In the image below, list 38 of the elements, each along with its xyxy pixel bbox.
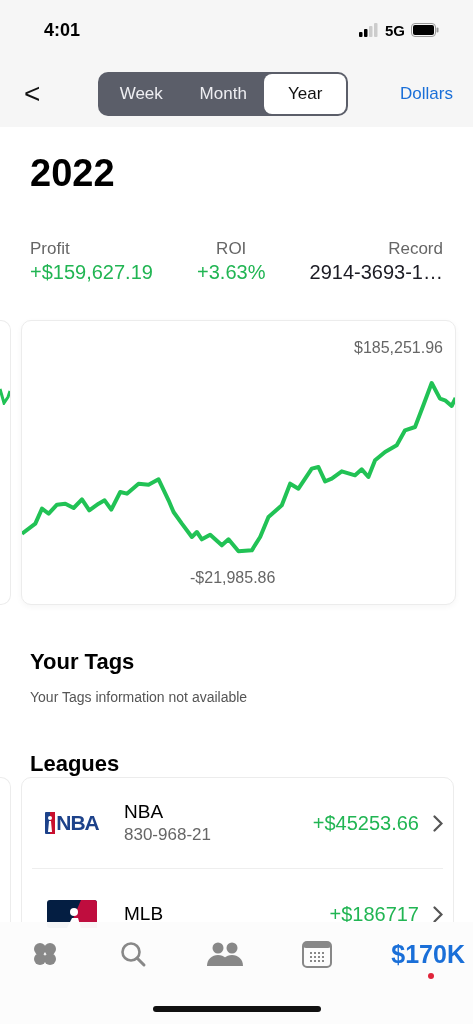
signal-icon bbox=[359, 23, 379, 37]
network-label: 5G bbox=[385, 21, 405, 39]
battery-icon bbox=[411, 23, 439, 37]
dollars-button[interactable]: Dollars bbox=[400, 83, 453, 104]
calendar-tab[interactable] bbox=[302, 940, 333, 968]
search-tab[interactable] bbox=[118, 940, 147, 968]
year-title: 2022 bbox=[30, 151, 116, 195]
empty-message: Your Tags information not available bbox=[30, 689, 249, 705]
balance-tab[interactable]: $170K bbox=[391, 939, 465, 969]
max-value-label: $185,251.96 bbox=[354, 339, 443, 357]
league-logo-text: NBA bbox=[56, 811, 99, 835]
stat-label: ROI bbox=[216, 239, 247, 259]
people-tab[interactable] bbox=[205, 941, 244, 967]
player-silhouette-icon bbox=[45, 812, 56, 834]
league-name: NBA bbox=[124, 801, 165, 823]
chevron-right-icon[interactable] bbox=[433, 905, 443, 923]
league-profit: +$186717 bbox=[329, 902, 419, 926]
period-tab[interactable]: Year bbox=[264, 73, 347, 114]
people-icon bbox=[205, 941, 244, 967]
calendar-icon bbox=[302, 940, 333, 968]
chevron-right-icon[interactable] bbox=[433, 814, 443, 832]
stat-label: Record bbox=[388, 239, 443, 259]
min-value-label: -$21,985.86 bbox=[190, 569, 276, 587]
period-tab[interactable]: Week bbox=[100, 73, 183, 114]
period-tab[interactable]: Month bbox=[182, 73, 265, 114]
league-profit: +$45253.66 bbox=[312, 811, 419, 835]
search-icon bbox=[118, 940, 147, 968]
stat-value: +$159,627.19 bbox=[30, 261, 153, 284]
stat-value: +3.63% bbox=[197, 261, 266, 284]
section-heading: Leagues bbox=[30, 751, 121, 777]
back-button[interactable]: < bbox=[18, 77, 47, 110]
line-chart-drawing bbox=[0, 387, 10, 405]
stat-label: Profit bbox=[30, 239, 70, 259]
status-time: 4:01 bbox=[44, 19, 81, 41]
section-heading: Your Tags bbox=[30, 649, 136, 675]
league-record: 830-968-21 bbox=[124, 825, 212, 845]
league-name: MLB bbox=[124, 903, 165, 925]
stat-value: 2914-3693-1… bbox=[309, 261, 443, 284]
